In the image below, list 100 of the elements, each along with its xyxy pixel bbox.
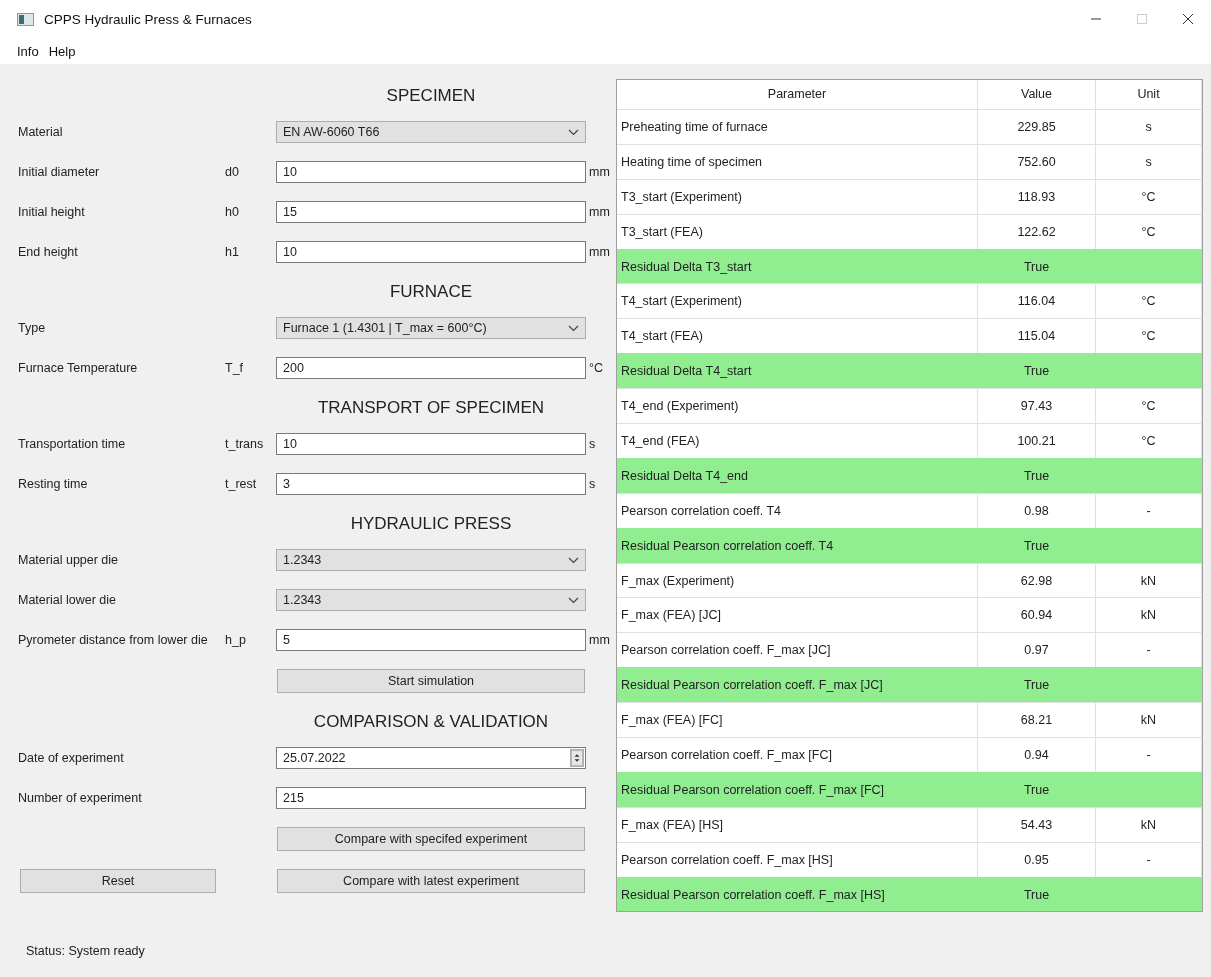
- field-label: Date of experiment: [18, 751, 125, 765]
- table-cell: True: [978, 458, 1096, 493]
- unit-label: °C: [588, 361, 605, 375]
- input-field[interactable]: 10: [276, 161, 586, 183]
- table-cell: Residual Pearson correlation coeff. F_max [HS]: [617, 877, 978, 912]
- table-cell: 0.94: [978, 738, 1096, 772]
- table-cell: F_max (Experiment): [617, 563, 978, 598]
- table-cell: kN: [1096, 703, 1202, 738]
- table-cell: 100.21: [978, 424, 1096, 458]
- table-cell: Residual Delta T4_end: [617, 458, 978, 493]
- table-cell: 122.62: [978, 214, 1096, 249]
- dropdown[interactable]: 1.2343: [276, 589, 586, 611]
- table-cell: True: [978, 668, 1096, 703]
- field-label: Initial diameter: [18, 165, 101, 179]
- dropdown[interactable]: 1.2343: [276, 549, 586, 571]
- table-cell: T3_start (FEA): [617, 214, 978, 249]
- table-cell: °C: [1096, 389, 1202, 423]
- table-cell: Pearson correlation coeff. F_max [HS]: [617, 842, 978, 877]
- menu-item[interactable]: Help: [43, 43, 81, 59]
- compare-button[interactable]: Compare with latest experiment: [277, 869, 585, 893]
- table-cell: True: [978, 772, 1096, 807]
- table-cell: Residual Pearson correlation coeff. F_max [FC]: [617, 772, 978, 807]
- table-cell: 229.85: [978, 110, 1096, 144]
- maximize-icon: [1136, 13, 1148, 25]
- table-cell: Residual Delta T3_start: [617, 249, 978, 284]
- caret-icon: [568, 128, 579, 136]
- field-label: Resting time: [18, 477, 89, 491]
- action-button[interactable]: Compare with specifed experiment: [277, 827, 585, 851]
- input-field[interactable]: 15: [276, 201, 586, 223]
- caret-icon: [568, 596, 579, 604]
- section-heading: COMPARISON & VALIDATION: [312, 711, 550, 733]
- unit-label: mm: [588, 633, 610, 647]
- input-field[interactable]: 10: [276, 433, 586, 455]
- table-cell: F_max (FEA) [FC]: [617, 703, 978, 738]
- field-label: Transportation time: [18, 437, 127, 451]
- symbol-label: h1: [225, 245, 240, 259]
- unit-label: s: [588, 477, 597, 491]
- table-cell: °C: [1096, 179, 1202, 214]
- unit-label: s: [588, 437, 597, 451]
- section-heading: HYDRAULIC PRESS: [349, 513, 513, 535]
- section-heading: TRANSPORT OF SPECIMEN: [316, 397, 546, 419]
- close-icon: [1182, 13, 1194, 25]
- table-cell: Heating time of specimen: [617, 144, 978, 179]
- table-cell: Pearson correlation coeff. T4: [617, 493, 978, 528]
- section-heading: SPECIMEN: [385, 85, 477, 107]
- table-cell: 68.21: [978, 703, 1096, 738]
- field-label: Number of experiment: [18, 791, 143, 805]
- table-cell: 54.43: [978, 807, 1096, 842]
- table-cell: Preheating time of furnace: [617, 110, 978, 144]
- table-cell: F_max (FEA) [JC]: [617, 598, 978, 633]
- table-cell: Residual Pearson correlation coeff. F_max [JC]: [617, 668, 978, 703]
- symbol-label: T_f: [225, 361, 245, 375]
- table-cell: s: [1096, 110, 1202, 144]
- table-cell: True: [978, 354, 1096, 389]
- column-header: Unit: [1096, 80, 1202, 109]
- table-cell: 60.94: [978, 598, 1096, 633]
- table-cell: T4_end (FEA): [617, 424, 978, 458]
- unit-label: mm: [588, 165, 610, 179]
- spin-buttons-icon[interactable]: [570, 749, 584, 767]
- table-cell: °C: [1096, 284, 1202, 319]
- app-icon: [17, 12, 34, 26]
- reset-button[interactable]: Reset: [20, 869, 216, 893]
- dropdown[interactable]: Furnace 1 (1.4301 | T_max = 600°C): [276, 317, 586, 339]
- symbol-label: t_trans: [225, 437, 265, 451]
- field-label: End height: [18, 245, 79, 259]
- table-cell: T3_start (Experiment): [617, 179, 978, 214]
- unit-label: mm: [588, 245, 610, 259]
- table-cell: -: [1096, 842, 1202, 877]
- field-label: Material: [18, 125, 64, 139]
- section-heading: FURNACE: [388, 281, 474, 303]
- table-cell: 62.98: [978, 563, 1096, 598]
- table-cell: Residual Delta T4_start: [617, 354, 978, 389]
- symbol-label: h0: [225, 205, 240, 219]
- field-label: Material upper die: [18, 553, 120, 567]
- status-text: Status: System ready: [25, 944, 146, 958]
- input-field[interactable]: 215: [276, 787, 586, 809]
- caret-icon: [568, 324, 579, 332]
- table-cell: T4_start (Experiment): [617, 284, 978, 319]
- column-header: Parameter: [617, 80, 978, 109]
- table-cell: 0.95: [978, 842, 1096, 877]
- table-cell: 97.43: [978, 389, 1096, 423]
- symbol-label: d0: [225, 165, 240, 179]
- caret-icon: [568, 556, 579, 564]
- input-field[interactable]: 3: [276, 473, 586, 495]
- table-cell: -: [1096, 493, 1202, 528]
- symbol-label: h_p: [225, 633, 247, 647]
- dropdown[interactable]: EN AW-6060 T66: [276, 121, 586, 143]
- action-button[interactable]: Start simulation: [277, 669, 585, 693]
- input-field[interactable]: 10: [276, 241, 586, 263]
- table-cell: Residual Pearson correlation coeff. T4: [617, 528, 978, 563]
- menu-item[interactable]: Info: [12, 43, 44, 59]
- table-cell: kN: [1096, 807, 1202, 842]
- table-cell: kN: [1096, 563, 1202, 598]
- table-cell: True: [978, 249, 1096, 284]
- window-title: CPPS Hydraulic Press & Furnaces: [44, 11, 253, 27]
- date-field[interactable]: 25.07.2022: [276, 747, 586, 769]
- input-field[interactable]: 5: [276, 629, 586, 651]
- symbol-label: t_rest: [225, 477, 258, 491]
- input-field[interactable]: 200: [276, 357, 586, 379]
- field-label: Initial height: [18, 205, 86, 219]
